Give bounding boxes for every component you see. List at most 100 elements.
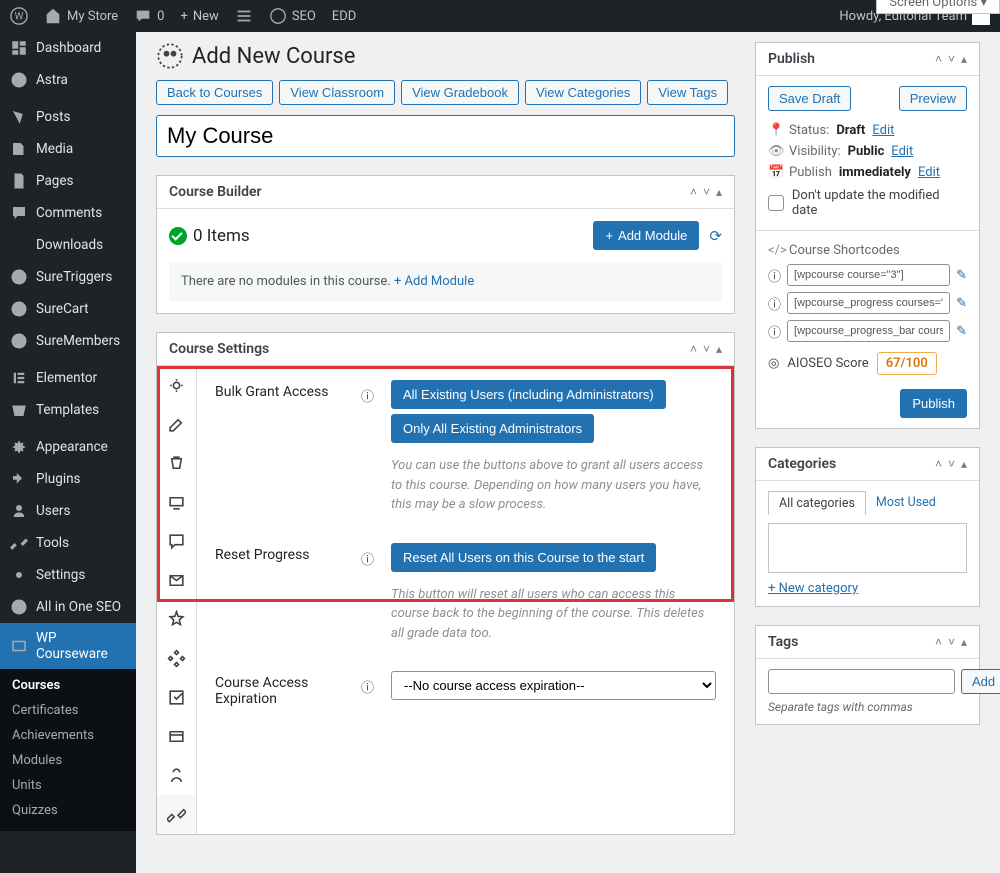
- sidebar-item-users[interactable]: Users: [0, 495, 136, 527]
- refresh-icon[interactable]: ⟳: [709, 227, 722, 245]
- sidebar-item-appearance[interactable]: Appearance: [0, 431, 136, 463]
- view-categories-button[interactable]: View Categories: [525, 80, 641, 105]
- tab-tools[interactable]: [157, 795, 196, 834]
- submenu-quizzes[interactable]: Quizzes: [0, 798, 136, 823]
- new-content[interactable]: + New: [180, 9, 218, 24]
- sidebar-item-astra[interactable]: Astra: [0, 64, 136, 96]
- chevron-down-icon[interactable]: ˅: [948, 635, 955, 649]
- tab-classroom[interactable]: [157, 483, 196, 522]
- comments-link[interactable]: 0: [134, 7, 164, 25]
- tags-box: Tags ˄˅▴ Add Separate tags with commas: [755, 625, 980, 725]
- grant-all-users-button[interactable]: All Existing Users (including Administra…: [391, 380, 666, 409]
- tab-badge[interactable]: [157, 639, 196, 678]
- edd-link[interactable]: EDD: [332, 9, 356, 24]
- add-module-button[interactable]: + Add Module: [593, 221, 699, 250]
- edit-schedule-link[interactable]: Edit: [918, 165, 940, 180]
- tags-input[interactable]: [768, 669, 955, 694]
- info-icon[interactable]: ⓘ: [361, 543, 375, 644]
- new-category-link[interactable]: + New category: [768, 581, 858, 596]
- menu-icon[interactable]: [235, 7, 253, 25]
- save-draft-button[interactable]: Save Draft: [768, 86, 851, 111]
- edit-icon[interactable]: ✎: [956, 268, 967, 283]
- chevron-up-icon[interactable]: ˄: [690, 185, 697, 199]
- tab-payments[interactable]: [157, 444, 196, 483]
- chevron-down-icon[interactable]: ˅: [948, 457, 955, 471]
- view-gradebook-button[interactable]: View Gradebook: [401, 80, 519, 105]
- chevron-up-icon[interactable]: ˄: [935, 457, 942, 471]
- sidebar-item-settings[interactable]: Settings: [0, 559, 136, 591]
- site-link[interactable]: My Store: [44, 7, 118, 25]
- sidebar-item-all-in-one-seo[interactable]: All in One SEO: [0, 591, 136, 623]
- sidebar-item-dashboard[interactable]: Dashboard: [0, 32, 136, 64]
- caret-up-icon[interactable]: ▴: [716, 342, 722, 356]
- chevron-up-icon[interactable]: ˄: [690, 342, 697, 356]
- tab-all-categories[interactable]: All categories: [768, 491, 866, 515]
- add-tag-button[interactable]: Add: [961, 669, 1000, 694]
- info-icon[interactable]: ⓘ: [361, 380, 375, 515]
- back-to-courses-button[interactable]: Back to Courses: [156, 80, 273, 105]
- sidebar-item-downloads[interactable]: Downloads: [0, 229, 136, 261]
- tab-drip[interactable]: [157, 717, 196, 756]
- wp-logo[interactable]: W: [10, 7, 28, 25]
- tab-email[interactable]: [157, 561, 196, 600]
- sidebar-item-suretriggers[interactable]: SureTriggers: [0, 261, 136, 293]
- screen-options-tab[interactable]: Screen Options ▾: [876, 0, 1000, 14]
- submenu-units[interactable]: Units: [0, 773, 136, 798]
- info-icon: ⓘ: [768, 294, 781, 313]
- sidebar-item-pages[interactable]: Pages: [0, 165, 136, 197]
- seo-link[interactable]: SEO: [269, 7, 316, 25]
- reset-progress-button[interactable]: Reset All Users on this Course to the st…: [391, 543, 656, 572]
- preview-button[interactable]: Preview: [899, 86, 967, 111]
- tab-description[interactable]: [157, 405, 196, 444]
- expiration-select[interactable]: --No course access expiration--: [391, 671, 716, 700]
- shortcode-1[interactable]: [787, 264, 950, 286]
- submenu-courses[interactable]: Courses: [0, 673, 136, 698]
- caret-up-icon[interactable]: ▴: [961, 635, 967, 649]
- chevron-down-icon[interactable]: ˅: [703, 185, 710, 199]
- info-icon[interactable]: ⓘ: [361, 671, 375, 707]
- sidebar-item-suremembers[interactable]: SureMembers: [0, 325, 136, 357]
- sidebar-item-plugins[interactable]: Plugins: [0, 463, 136, 495]
- edit-status-link[interactable]: Edit: [872, 123, 894, 138]
- caret-up-icon[interactable]: ▴: [961, 52, 967, 66]
- chevron-up-icon[interactable]: ˄: [935, 52, 942, 66]
- chevron-up-icon[interactable]: ˄: [935, 635, 942, 649]
- sidebar-item-templates[interactable]: Templates: [0, 394, 136, 426]
- edit-visibility-link[interactable]: Edit: [891, 144, 913, 159]
- view-tags-button[interactable]: View Tags: [647, 80, 728, 105]
- tags-title: Tags: [768, 634, 935, 650]
- submenu-achievements[interactable]: Achievements: [0, 723, 136, 748]
- caret-up-icon[interactable]: ▴: [961, 457, 967, 471]
- sidebar-item-elementor[interactable]: Elementor: [0, 362, 136, 394]
- sidebar-item-media[interactable]: Media: [0, 133, 136, 165]
- publish-button[interactable]: Publish: [900, 389, 967, 418]
- tab-prerequisites[interactable]: [157, 678, 196, 717]
- pin-icon: 📍: [768, 123, 782, 138]
- sidebar-item-tools[interactable]: Tools: [0, 527, 136, 559]
- edit-icon[interactable]: ✎: [956, 324, 967, 339]
- tab-certificate[interactable]: [157, 600, 196, 639]
- grant-admins-button[interactable]: Only All Existing Administrators: [391, 414, 594, 443]
- tab-instructor[interactable]: [157, 756, 196, 795]
- submenu-certificates[interactable]: Certificates: [0, 698, 136, 723]
- course-builder-box: Course Builder ˄˅▴ 0 Items + Add Module …: [156, 175, 735, 314]
- sidebar-item-surecart[interactable]: SureCart: [0, 293, 136, 325]
- caret-up-icon[interactable]: ▴: [716, 185, 722, 199]
- shortcode-3[interactable]: [787, 320, 950, 342]
- tab-messages[interactable]: [157, 522, 196, 561]
- edit-icon[interactable]: ✎: [956, 296, 967, 311]
- chevron-down-icon[interactable]: ˅: [948, 52, 955, 66]
- add-module-link[interactable]: + Add Module: [394, 274, 474, 289]
- tab-general[interactable]: [157, 366, 196, 405]
- chevron-down-icon[interactable]: ˅: [703, 342, 710, 356]
- view-classroom-button[interactable]: View Classroom: [279, 80, 395, 105]
- course-title-input[interactable]: [156, 115, 735, 157]
- sidebar-item-wp-courseware[interactable]: WP Courseware: [0, 623, 136, 669]
- sidebar-item-comments[interactable]: Comments: [0, 197, 136, 229]
- tab-most-used[interactable]: Most Used: [866, 491, 946, 515]
- seo-score: 67/100: [877, 352, 937, 375]
- dont-update-checkbox[interactable]: [768, 195, 784, 211]
- submenu-modules[interactable]: Modules: [0, 748, 136, 773]
- sidebar-item-posts[interactable]: Posts: [0, 101, 136, 133]
- shortcode-2[interactable]: [787, 292, 950, 314]
